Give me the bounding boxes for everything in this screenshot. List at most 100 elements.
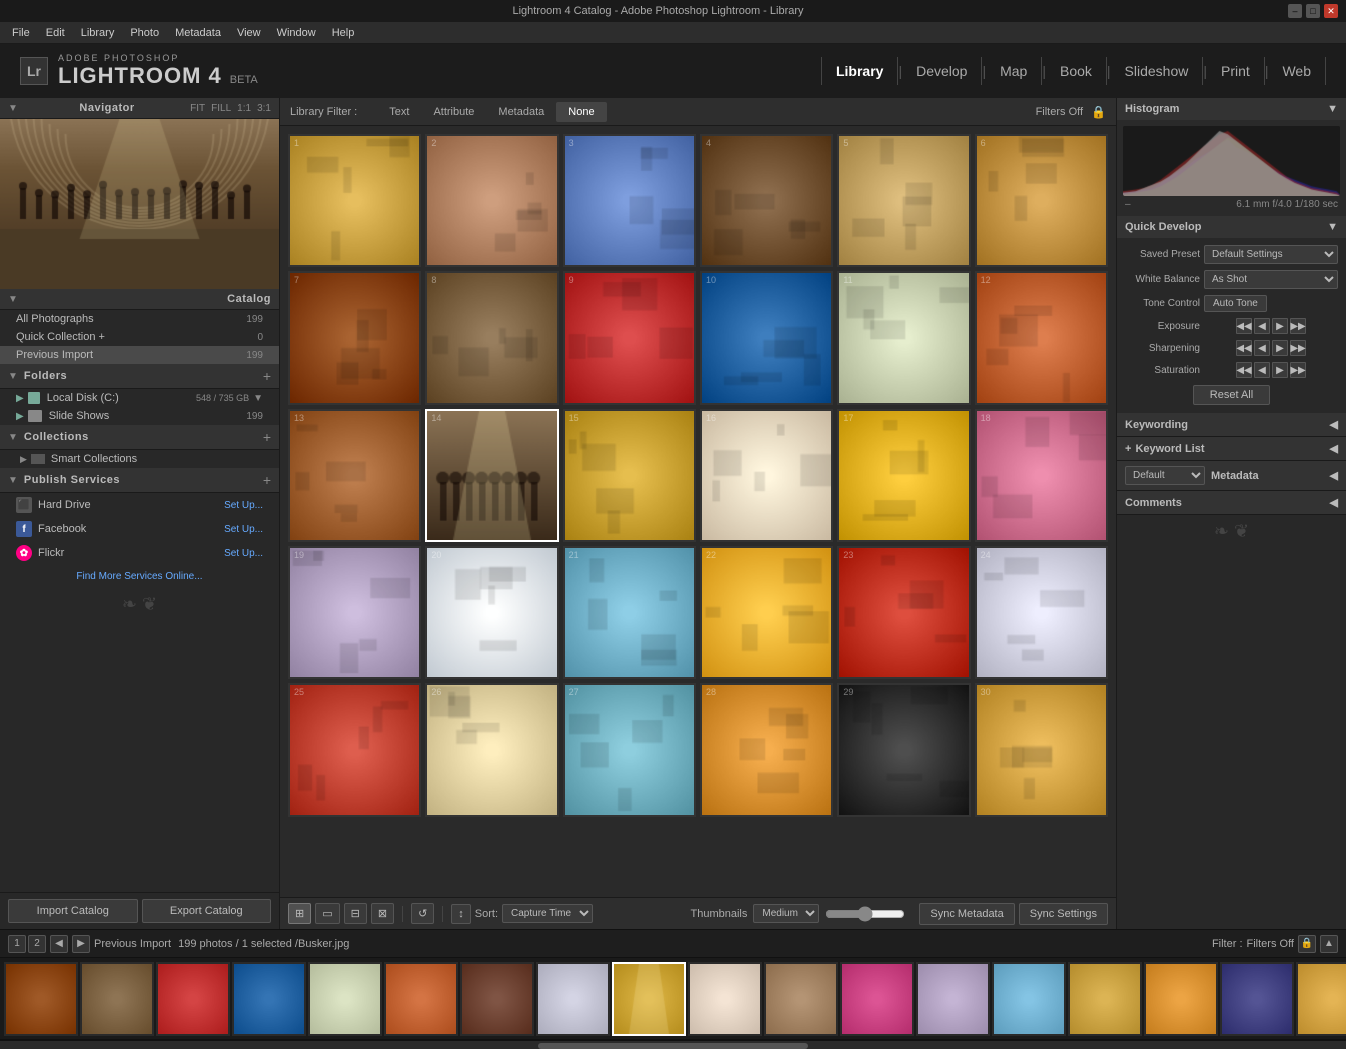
tab-print[interactable]: Print xyxy=(1207,57,1265,85)
menu-view[interactable]: View xyxy=(229,25,269,41)
photo-cell[interactable]: 19 xyxy=(288,546,421,679)
photo-cell[interactable]: 14 xyxy=(425,409,558,542)
white-balance-select[interactable]: As Shot xyxy=(1204,270,1338,289)
collections-add-btn[interactable]: + xyxy=(263,429,271,445)
saturation-dec[interactable]: ◀ xyxy=(1254,362,1270,378)
menu-library[interactable]: Library xyxy=(73,25,123,41)
filter-tab-none[interactable]: None xyxy=(556,102,606,122)
sync-metadata-button[interactable]: Sync Metadata xyxy=(919,903,1014,925)
sharpening-dec[interactable]: ◀ xyxy=(1254,340,1270,356)
lock-icon[interactable]: 🔒 xyxy=(1091,105,1106,119)
publish-panel-header[interactable]: ▼ Publish Services + xyxy=(0,468,279,493)
photo-cell[interactable]: 13 xyxy=(288,409,421,542)
photo-cell[interactable]: 29 xyxy=(837,683,970,816)
comments-header[interactable]: Comments ◀ xyxy=(1117,491,1346,514)
filmstrip-thumb[interactable] xyxy=(764,962,838,1036)
sort-order-button[interactable]: ↕ xyxy=(451,904,471,924)
saved-preset-select[interactable]: Default Settings xyxy=(1204,245,1338,264)
tab-map[interactable]: Map xyxy=(986,57,1042,85)
sync-settings-button[interactable]: Sync Settings xyxy=(1019,903,1108,925)
filmstrip-thumb[interactable] xyxy=(308,962,382,1036)
photo-cell[interactable]: 23 xyxy=(837,546,970,679)
metadata-select[interactable]: Default xyxy=(1125,466,1205,485)
filter-tab-metadata[interactable]: Metadata xyxy=(486,102,556,122)
saturation-dec-large[interactable]: ◀◀ xyxy=(1236,362,1252,378)
tab-book[interactable]: Book xyxy=(1046,57,1107,85)
folders-add-btn[interactable]: + xyxy=(263,368,271,384)
minimize-button[interactable]: – xyxy=(1288,4,1302,18)
folders-panel-header[interactable]: ▼ Folders + xyxy=(0,364,279,389)
photo-cell[interactable]: 20 xyxy=(425,546,558,679)
sharpening-inc-large[interactable]: ▶▶ xyxy=(1290,340,1306,356)
maximize-button[interactable]: □ xyxy=(1306,4,1320,18)
photo-cell[interactable]: 10 xyxy=(700,271,833,404)
menu-file[interactable]: File xyxy=(4,25,38,41)
import-catalog-button[interactable]: Import Catalog xyxy=(8,899,138,923)
service-flickr[interactable]: ✿ Flickr Set Up... xyxy=(0,541,279,565)
filmstrip-thumb[interactable] xyxy=(1220,962,1294,1036)
tab-develop[interactable]: Develop xyxy=(902,57,982,85)
filmstrip-expand[interactable]: ▲ xyxy=(1320,935,1338,953)
photo-cell[interactable]: 16 xyxy=(700,409,833,542)
close-button[interactable]: ✕ xyxy=(1324,4,1338,18)
photo-cell[interactable]: 27 xyxy=(563,683,696,816)
filter-tab-attribute[interactable]: Attribute xyxy=(421,102,486,122)
sort-select[interactable]: Capture Time xyxy=(502,904,593,923)
menu-photo[interactable]: Photo xyxy=(122,25,167,41)
filmstrip-thumb[interactable] xyxy=(612,962,686,1036)
catalog-panel-header[interactable]: ▼ Catalog xyxy=(0,289,279,310)
filmstrip-thumb[interactable] xyxy=(232,962,306,1036)
view-survey-button[interactable]: ⊠ xyxy=(371,903,394,924)
collection-smart[interactable]: ▶ Smart Collections xyxy=(0,450,279,468)
tab-library[interactable]: Library xyxy=(821,57,898,85)
menu-metadata[interactable]: Metadata xyxy=(167,25,229,41)
metadata-header[interactable]: Default Metadata ◀ xyxy=(1117,461,1346,490)
filter-tab-text[interactable]: Text xyxy=(377,102,421,122)
reset-all-button[interactable]: Reset All xyxy=(1193,385,1270,405)
collections-panel-header[interactable]: ▼ Collections + xyxy=(0,425,279,450)
service-flickr-setup[interactable]: Set Up... xyxy=(224,548,263,559)
photo-cell[interactable]: 7 xyxy=(288,271,421,404)
exposure-dec-large[interactable]: ◀◀ xyxy=(1236,318,1252,334)
filmstrip-thumb[interactable] xyxy=(1068,962,1142,1036)
service-fb-setup[interactable]: Set Up... xyxy=(224,524,263,535)
photo-cell[interactable]: 22 xyxy=(700,546,833,679)
page-1-btn[interactable]: 1 xyxy=(8,935,26,953)
catalog-previous-import[interactable]: Previous Import 199 xyxy=(0,346,279,364)
photo-cell[interactable]: 18 xyxy=(975,409,1108,542)
photo-cell[interactable]: 2 xyxy=(425,134,558,267)
photo-cell[interactable]: 25 xyxy=(288,683,421,816)
photo-cell[interactable]: 8 xyxy=(425,271,558,404)
quick-develop-header[interactable]: Quick Develop ▼ xyxy=(1117,216,1346,238)
filmstrip-thumb[interactable] xyxy=(916,962,990,1036)
keyword-list-plus[interactable]: + xyxy=(1125,443,1131,455)
saturation-inc[interactable]: ▶ xyxy=(1272,362,1288,378)
rotate-left-button[interactable]: ↺ xyxy=(411,903,434,924)
view-compare-button[interactable]: ⊟ xyxy=(344,903,367,924)
catalog-quick-collection[interactable]: Quick Collection + 0 xyxy=(0,328,279,346)
exposure-dec[interactable]: ◀ xyxy=(1254,318,1270,334)
service-facebook[interactable]: f Facebook Set Up... xyxy=(0,517,279,541)
photo-cell[interactable]: 5 xyxy=(837,134,970,267)
histogram-panel-header[interactable]: Histogram ▼ xyxy=(1117,98,1346,120)
folder-slideshows[interactable]: ▶ Slide Shows 199 xyxy=(0,407,279,425)
view-loupe-button[interactable]: ▭ xyxy=(315,903,339,924)
thumbnail-size-slider[interactable] xyxy=(825,906,905,922)
zoom-fill[interactable]: FILL xyxy=(211,103,231,114)
export-catalog-button[interactable]: Export Catalog xyxy=(142,899,272,923)
menu-edit[interactable]: Edit xyxy=(38,25,73,41)
tab-web[interactable]: Web xyxy=(1268,57,1326,85)
menu-window[interactable]: Window xyxy=(269,25,324,41)
service-hd-setup[interactable]: Set Up... xyxy=(224,500,263,511)
photo-cell[interactable]: 17 xyxy=(837,409,970,542)
zoom-3-1[interactable]: 3:1 xyxy=(257,103,271,114)
photo-cell[interactable]: 4 xyxy=(700,134,833,267)
folder-disk-expand[interactable]: ▼ xyxy=(253,393,263,404)
filmstrip-filter-lock[interactable]: 🔒 xyxy=(1298,935,1316,953)
catalog-all-photographs[interactable]: All Photographs 199 xyxy=(0,310,279,328)
filmstrip-thumb[interactable] xyxy=(536,962,610,1036)
filmstrip-thumb[interactable] xyxy=(840,962,914,1036)
photo-cell[interactable]: 30 xyxy=(975,683,1108,816)
exposure-inc-large[interactable]: ▶▶ xyxy=(1290,318,1306,334)
exposure-inc[interactable]: ▶ xyxy=(1272,318,1288,334)
